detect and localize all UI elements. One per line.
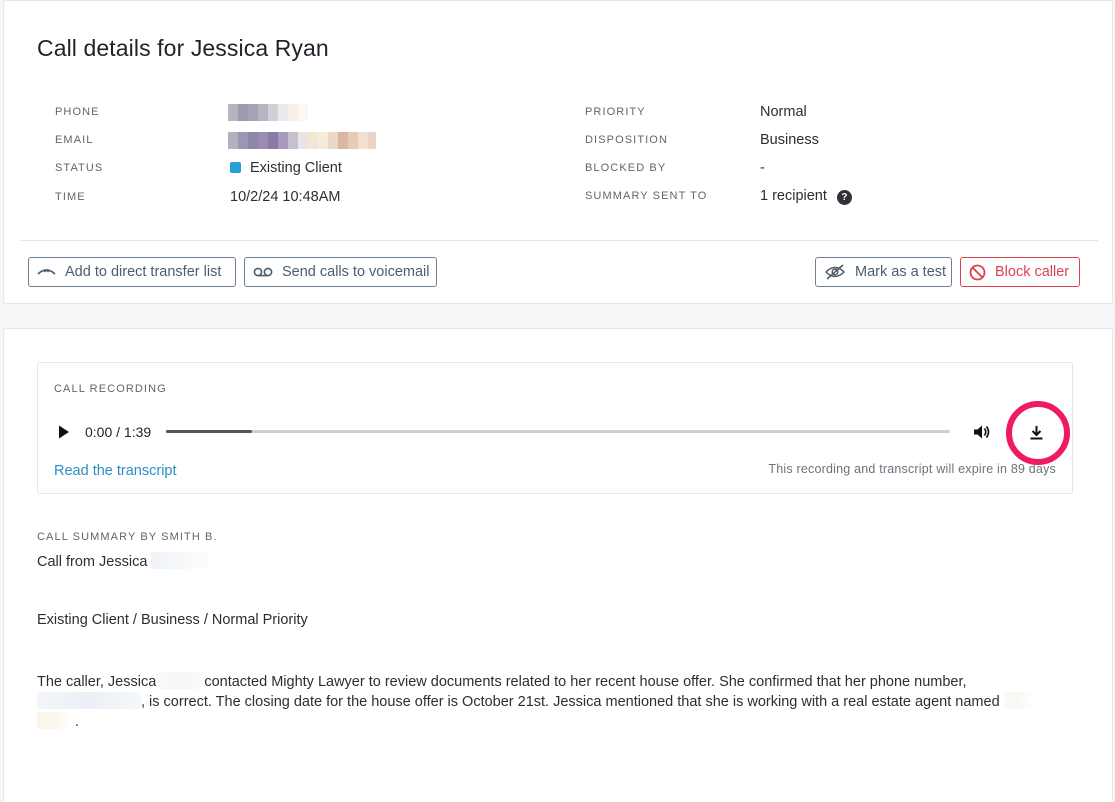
summary-sent-value: 1 recipient? — [760, 188, 852, 205]
status-label: STATUS — [55, 162, 104, 174]
disposition-label: DISPOSITION — [585, 134, 668, 146]
redacted-agent-surname — [37, 712, 75, 729]
send-calls-to-voicemail-label: Send calls to voicemail — [282, 264, 430, 280]
summary-body-1a: The caller, Jessica — [37, 674, 157, 690]
summary-sent-count: 1 recipient — [760, 188, 827, 204]
priority-value: Normal — [760, 104, 807, 120]
summary-line-body-2: , is correct. The closing date for the h… — [37, 692, 1032, 710]
play-icon[interactable] — [58, 425, 70, 444]
blocked-by-label: BLOCKED BY — [585, 162, 667, 174]
call-summary-label: CALL SUMMARY BY SMITH B. — [37, 531, 218, 543]
summary-line-body-1: The caller, Jessica contacted Mighty Law… — [37, 672, 967, 690]
recording-summary-card: CALL RECORDING 0:00 / 1:39 Read the tran… — [3, 328, 1113, 802]
summary-line-classification: Existing Client / Business / Normal Prio… — [37, 612, 308, 628]
phone-label: PHONE — [55, 106, 100, 118]
blocked-by-value: - — [760, 160, 765, 176]
redacted-name — [151, 552, 210, 569]
summary-body-1b: contacted Mighty Lawyer to review docume… — [204, 674, 967, 690]
summary-line-body-3: . — [37, 712, 79, 730]
redacted-agent-name — [1003, 692, 1032, 709]
transfer-icon — [37, 267, 56, 277]
download-highlight-ring — [1006, 401, 1070, 465]
add-to-direct-transfer-button[interactable]: Add to direct transfer list — [28, 257, 236, 287]
call-details-card: Call details for Jessica Ryan PHONE EMAI… — [3, 0, 1113, 304]
phone-redacted — [228, 104, 308, 121]
call-recording-label: CALL RECORDING — [54, 383, 167, 395]
priority-label: PRIORITY — [585, 106, 646, 118]
disposition-value: Business — [760, 132, 819, 148]
seek-bar-progress — [166, 430, 253, 433]
seek-bar[interactable] — [166, 430, 950, 433]
status-color-swatch — [230, 162, 241, 173]
summary-caller-text: Call from Jessica — [37, 554, 148, 570]
status-text: Existing Client — [250, 160, 342, 176]
block-icon — [969, 264, 986, 281]
divider — [20, 240, 1098, 241]
mark-as-test-button[interactable]: Mark as a test — [815, 257, 952, 287]
call-recording-box: CALL RECORDING 0:00 / 1:39 Read the tran… — [37, 362, 1073, 494]
block-caller-button[interactable]: Block caller — [960, 257, 1080, 287]
expiration-note: This recording and transcript will expir… — [768, 462, 1056, 476]
volume-icon[interactable] — [973, 424, 991, 445]
summary-line-caller: Call from Jessica — [37, 552, 210, 570]
add-to-direct-transfer-label: Add to direct transfer list — [65, 264, 222, 280]
player-time: 0:00 / 1:39 — [85, 424, 152, 440]
summary-sent-label: SUMMARY SENT TO — [585, 190, 708, 202]
summary-body-3: . — [75, 714, 80, 730]
send-calls-to-voicemail-button[interactable]: Send calls to voicemail — [244, 257, 437, 287]
mark-as-test-label: Mark as a test — [855, 264, 947, 280]
help-icon[interactable]: ? — [836, 190, 852, 205]
email-label: EMAIL — [55, 134, 94, 146]
redacted-surname — [156, 672, 201, 689]
eye-off-icon — [824, 264, 846, 280]
read-transcript-link[interactable]: Read the transcript — [54, 463, 177, 479]
summary-body-2: , is correct. The closing date for the h… — [141, 694, 1000, 710]
time-value: 10/2/24 10:48AM — [230, 189, 341, 205]
page-title: Call details for Jessica Ryan — [37, 35, 329, 61]
voicemail-icon — [253, 267, 273, 277]
email-redacted — [228, 132, 376, 149]
redacted-phone — [37, 692, 141, 709]
block-caller-label: Block caller — [995, 264, 1070, 280]
time-label: TIME — [55, 191, 86, 203]
status-value: Existing Client — [230, 160, 342, 176]
